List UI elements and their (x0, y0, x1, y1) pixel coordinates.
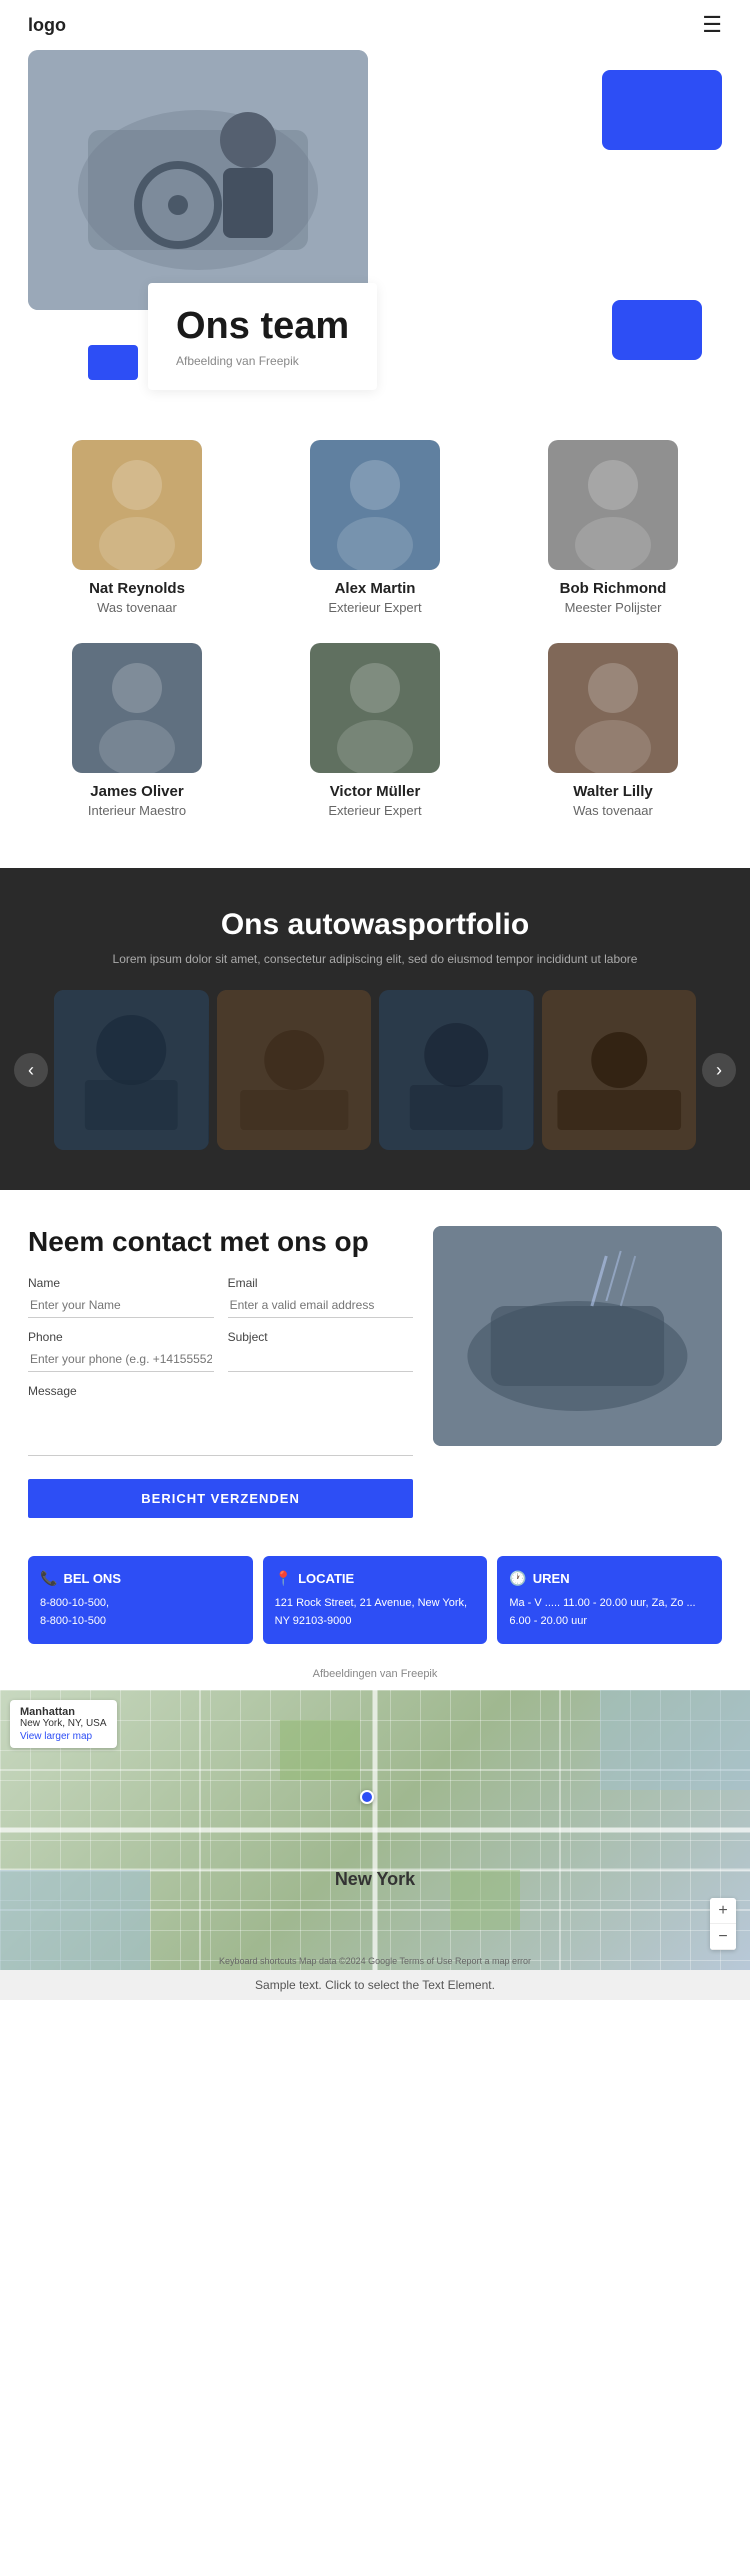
portfolio-section: Ons autowasportfolio Lorem ipsum dolor s… (0, 868, 750, 1190)
team-member-james: James Oliver Interieur Maestro (28, 643, 246, 818)
form-group-subject: Subject (228, 1330, 414, 1372)
info-card-header-0: 📞 BEL ONS (40, 1570, 241, 1587)
info-card-0: 📞 BEL ONS 8-800-10-500,8-800-10-500 (28, 1556, 253, 1644)
map-zoom-in-button[interactable]: + (710, 1898, 736, 1924)
submit-button[interactable]: BERICHT VERZENDEN (28, 1479, 413, 1518)
map-attribution: Keyboard shortcuts Map data ©2024 Google… (0, 1956, 750, 1966)
info-card-text-2: Ma - V ..... 11.00 - 20.00 uur, Za, Zo .… (509, 1595, 710, 1630)
team-member-victor: Victor Müller Exterieur Expert (266, 643, 484, 818)
phone-input[interactable] (28, 1347, 214, 1372)
member-name-nat: Nat Reynolds (28, 580, 246, 597)
subject-input[interactable] (228, 1347, 414, 1372)
carousel-next-button[interactable]: › (702, 1053, 736, 1087)
member-name-bob: Bob Richmond (504, 580, 722, 597)
member-role-walter: Was tovenaar (504, 803, 722, 818)
carousel-image-2 (217, 990, 372, 1150)
form-row-name-email: Name Email (28, 1276, 413, 1318)
contact-image (433, 1226, 722, 1446)
carousel-image-3 (379, 990, 534, 1150)
freepik-note: Afbeeldingen van Freepik (0, 1662, 750, 1690)
member-photo-james (72, 643, 202, 773)
name-input[interactable] (28, 1293, 214, 1318)
info-card-header-1: 📍 LOCATIE (275, 1570, 476, 1587)
info-card-icon-1: 📍 (275, 1570, 292, 1587)
map-label: New York (335, 1869, 415, 1890)
member-role-bob: Meester Polijster (504, 600, 722, 615)
info-card-icon-0: 📞 (40, 1570, 57, 1587)
member-name-james: James Oliver (28, 783, 246, 800)
hero-text-box: Ons team Afbeelding van Freepik (148, 283, 377, 390)
email-label: Email (228, 1276, 414, 1290)
map-section: New York Manhattan New York, NY, USA Vie… (0, 1690, 750, 1970)
map-zoom-out-button[interactable]: − (710, 1924, 736, 1950)
hero-title: Ons team (176, 305, 349, 348)
contact-title: Neem contact met ons op (28, 1226, 413, 1258)
carousel-images (48, 990, 702, 1150)
map-zoom-controls: + − (710, 1898, 736, 1950)
member-photo-victor (310, 643, 440, 773)
blue-decoration-top (602, 70, 722, 150)
blue-decoration-left (88, 345, 138, 380)
portfolio-subtitle: Lorem ipsum dolor sit amet, consectetur … (0, 952, 750, 966)
team-section: Nat Reynolds Was tovenaar Alex Martin Ex… (0, 430, 750, 858)
info-card-text-0: 8-800-10-500,8-800-10-500 (40, 1595, 241, 1630)
member-photo-nat (72, 440, 202, 570)
message-input[interactable] (28, 1401, 413, 1456)
contact-form-container: Neem contact met ons op Name Email Phone… (28, 1226, 413, 1518)
carousel-image-1 (54, 990, 209, 1150)
info-card-text-1: 121 Rock Street, 21 Avenue, New York,NY … (275, 1595, 476, 1630)
phone-label: Phone (28, 1330, 214, 1344)
form-group-phone: Phone (28, 1330, 214, 1372)
team-member-alex: Alex Martin Exterieur Expert (266, 440, 484, 615)
member-photo-walter (548, 643, 678, 773)
carousel-image-4 (542, 990, 697, 1150)
email-input[interactable] (228, 1293, 414, 1318)
form-group-message: Message (28, 1384, 413, 1473)
carousel-prev-button[interactable]: ‹ (14, 1053, 48, 1087)
form-group-name: Name (28, 1276, 214, 1318)
hero-image (28, 50, 368, 310)
form-group-email: Email (228, 1276, 414, 1318)
member-role-james: Interieur Maestro (28, 803, 246, 818)
member-role-victor: Exterieur Expert (266, 803, 484, 818)
hero-section: Ons team Afbeelding van Freepik (28, 50, 722, 390)
info-card-title-1: LOCATIE (298, 1571, 354, 1586)
message-label: Message (28, 1384, 413, 1398)
info-card-title-0: BEL ONS (63, 1571, 121, 1586)
member-name-walter: Walter Lilly (504, 783, 722, 800)
logo: logo (28, 15, 66, 36)
member-name-alex: Alex Martin (266, 580, 484, 597)
hero-subtitle: Afbeelding van Freepik (176, 354, 349, 368)
blue-decoration-bottom (612, 300, 702, 360)
team-member-bob: Bob Richmond Meester Polijster (504, 440, 722, 615)
portfolio-carousel: ‹ (0, 990, 750, 1150)
contact-section: Neem contact met ons op Name Email Phone… (0, 1190, 750, 1538)
sample-text-bar[interactable]: Sample text. Click to select the Text El… (0, 1970, 750, 2000)
form-row-phone-subject: Phone Subject (28, 1330, 413, 1372)
menu-icon[interactable]: ☰ (702, 12, 722, 38)
portfolio-title: Ons autowasportfolio (0, 908, 750, 942)
info-card-header-2: 🕐 UREN (509, 1570, 710, 1587)
info-cards: 📞 BEL ONS 8-800-10-500,8-800-10-500 📍 LO… (0, 1538, 750, 1662)
member-role-nat: Was tovenaar (28, 600, 246, 615)
info-card-2: 🕐 UREN Ma - V ..... 11.00 - 20.00 uur, Z… (497, 1556, 722, 1644)
subject-label: Subject (228, 1330, 414, 1344)
info-card-1: 📍 LOCATIE 121 Rock Street, 21 Avenue, Ne… (263, 1556, 488, 1644)
member-photo-bob (548, 440, 678, 570)
member-name-victor: Victor Müller (266, 783, 484, 800)
name-label: Name (28, 1276, 214, 1290)
info-card-icon-2: 🕐 (509, 1570, 526, 1587)
team-member-walter: Walter Lilly Was tovenaar (504, 643, 722, 818)
team-grid: Nat Reynolds Was tovenaar Alex Martin Ex… (28, 440, 722, 818)
info-card-title-2: UREN (533, 1571, 570, 1586)
member-photo-alex (310, 440, 440, 570)
map-inner: New York Manhattan New York, NY, USA Vie… (0, 1690, 750, 1970)
site-header: logo ☰ (0, 0, 750, 50)
team-member-nat: Nat Reynolds Was tovenaar (28, 440, 246, 615)
member-role-alex: Exterieur Expert (266, 600, 484, 615)
